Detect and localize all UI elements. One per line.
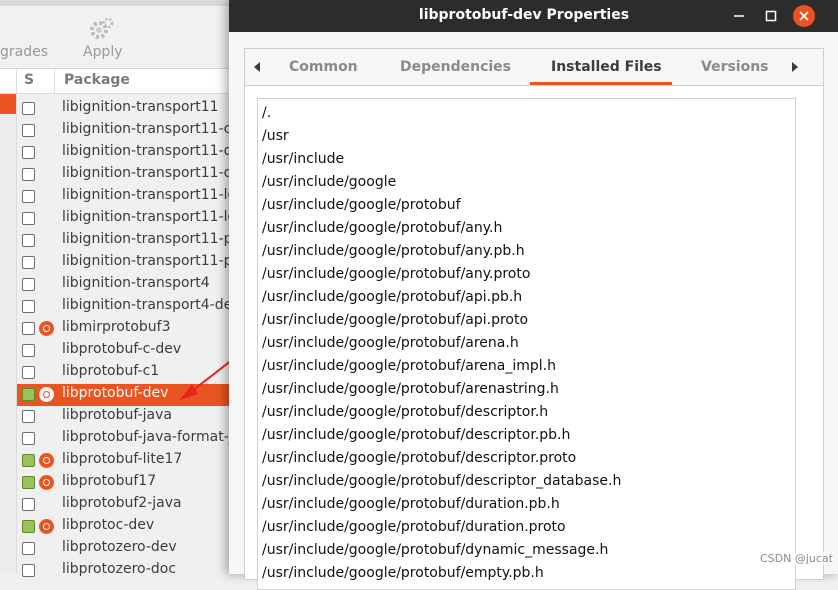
file-path[interactable]: /usr/include/google/protobuf/descriptor.…: [262, 401, 621, 424]
file-path[interactable]: /usr/include/google/protobuf/any.pb.h: [262, 240, 621, 263]
file-path[interactable]: /usr/include: [262, 148, 621, 171]
file-path[interactable]: /usr/include/google/protobuf/dynamic_mes…: [262, 539, 621, 562]
file-path[interactable]: /usr/include/google/protobuf/arena.h: [262, 332, 621, 355]
maximize-icon[interactable]: [761, 6, 781, 26]
tab-scroll-right-icon[interactable]: [789, 59, 801, 75]
tab-common[interactable]: Common: [289, 59, 358, 75]
file-path[interactable]: /usr/include/google/protobuf/descriptor_…: [262, 470, 621, 493]
properties-notebook: Common Dependencies Installed Files Vers…: [244, 48, 824, 590]
file-path[interactable]: /usr/include/google/protobuf/any.h: [262, 217, 621, 240]
file-entries: /./usr/usr/include/usr/include/google/us…: [262, 102, 621, 585]
file-path[interactable]: /usr/include/google/protobuf/api.pb.h: [262, 286, 621, 309]
tab-bar: Common Dependencies Installed Files Vers…: [245, 49, 823, 86]
file-path[interactable]: /usr/include/google/protobuf/api.proto: [262, 309, 621, 332]
tab-installed-files[interactable]: Installed Files: [551, 59, 662, 75]
file-path[interactable]: /usr/include/google/protobuf/duration.pr…: [262, 516, 621, 539]
file-path[interactable]: /usr: [262, 125, 621, 148]
active-tab-indicator: [530, 82, 672, 85]
installed-files-list[interactable]: /./usr/usr/include/usr/include/google/us…: [257, 98, 796, 590]
file-path[interactable]: /usr/include/google/protobuf/duration.pb…: [262, 493, 621, 516]
tab-dependencies[interactable]: Dependencies: [400, 59, 511, 75]
close-icon[interactable]: [793, 5, 815, 27]
tab-scroll-left-icon[interactable]: [251, 59, 263, 75]
file-path[interactable]: /usr/include/google/protobuf/arena_impl.…: [262, 355, 621, 378]
watermark: CSDN @jucat: [760, 552, 833, 565]
dialog-titlebar[interactable]: libprotobuf-dev Properties: [229, 0, 838, 32]
tab-versions[interactable]: Versions: [701, 59, 769, 75]
file-path[interactable]: /usr/include/google/protobuf/descriptor.…: [262, 447, 621, 470]
file-path[interactable]: /usr/include/google/protobuf/descriptor.…: [262, 424, 621, 447]
file-path[interactable]: /usr/include/google/protobuf: [262, 194, 621, 217]
minimize-icon[interactable]: [729, 6, 749, 26]
file-path[interactable]: /.: [262, 102, 621, 125]
file-path[interactable]: /usr/include/google/protobuf/any.proto: [262, 263, 621, 286]
properties-dialog: libprotobuf-dev Properties Common Depend…: [229, 0, 838, 590]
file-path[interactable]: /usr/include/google/protobuf/arenastring…: [262, 378, 621, 401]
file-path[interactable]: /usr/include/google: [262, 171, 621, 194]
